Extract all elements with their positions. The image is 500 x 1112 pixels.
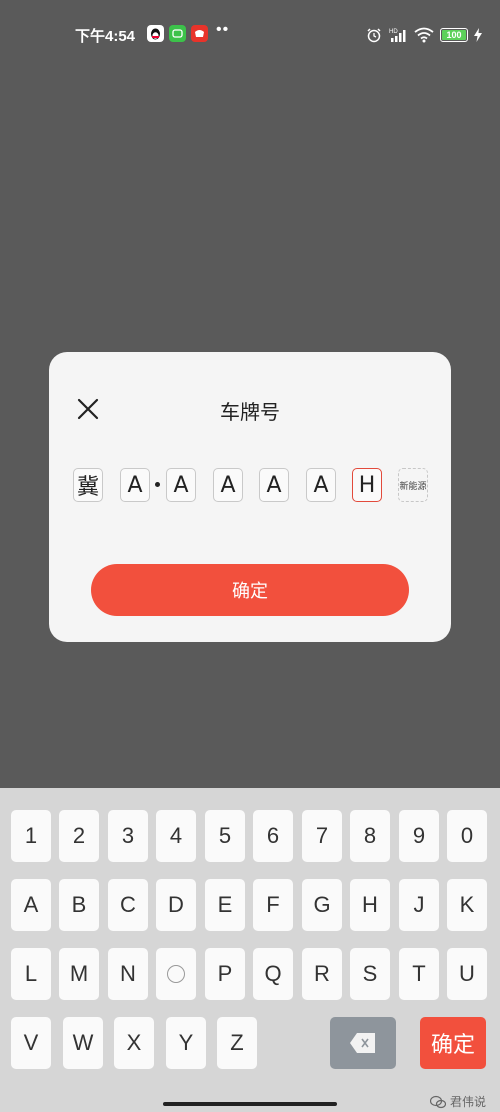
battery-level: 100 xyxy=(446,30,462,40)
key-1[interactable]: 1 xyxy=(11,810,51,862)
plate-input-row: 冀 A A A A A H 新能源 xyxy=(73,468,433,504)
wifi-icon xyxy=(414,27,434,43)
dialog-title: 车牌号 xyxy=(220,400,280,424)
red-app-icon xyxy=(191,25,208,42)
backspace-button[interactable] xyxy=(330,1017,396,1069)
plate-char-province[interactable]: 冀 xyxy=(73,468,103,502)
key-g[interactable]: G xyxy=(302,879,342,931)
plate-char-7-active[interactable]: H xyxy=(352,468,382,502)
key-s[interactable]: S xyxy=(350,948,390,1000)
key-0[interactable]: 0 xyxy=(447,810,487,862)
key-e[interactable]: E xyxy=(205,879,245,931)
key-h[interactable]: H xyxy=(350,879,390,931)
key-7[interactable]: 7 xyxy=(302,810,342,862)
key-8[interactable]: 8 xyxy=(350,810,390,862)
plate-separator-dot xyxy=(155,482,160,487)
plate-char-4[interactable]: A xyxy=(213,468,243,502)
keyboard-confirm-button[interactable]: 确定 xyxy=(420,1017,486,1069)
qq-app-icon xyxy=(147,25,164,42)
key-3[interactable]: 3 xyxy=(108,810,148,862)
key-k[interactable]: K xyxy=(447,879,487,931)
home-indicator[interactable] xyxy=(163,1102,337,1106)
key-x[interactable]: X xyxy=(114,1017,154,1069)
key-w[interactable]: W xyxy=(63,1017,103,1069)
confirm-button[interactable]: 确定 xyxy=(91,564,409,616)
key-o-disabled xyxy=(156,948,196,1000)
disabled-o-icon xyxy=(167,965,185,983)
key-r[interactable]: R xyxy=(302,948,342,1000)
battery-icon: 100 xyxy=(440,28,468,42)
plate-keyboard: 1 2 3 4 5 6 7 8 9 0 A B C D E F G H J K … xyxy=(0,788,500,1112)
backspace-icon xyxy=(350,1033,375,1053)
key-t[interactable]: T xyxy=(399,948,439,1000)
key-c[interactable]: C xyxy=(108,879,148,931)
wechat-icon xyxy=(429,1095,446,1108)
key-p[interactable]: P xyxy=(205,948,245,1000)
alarm-icon xyxy=(366,27,382,43)
status-bar: 下午4:54 •• HD 100 xyxy=(0,0,500,48)
key-9[interactable]: 9 xyxy=(399,810,439,862)
key-z[interactable]: Z xyxy=(217,1017,257,1069)
status-time: 下午4:54 xyxy=(75,28,136,45)
key-5[interactable]: 5 xyxy=(205,810,245,862)
key-m[interactable]: M xyxy=(59,948,99,1000)
plate-char-5[interactable]: A xyxy=(259,468,289,502)
key-n[interactable]: N xyxy=(108,948,148,1000)
plate-char-6[interactable]: A xyxy=(306,468,336,502)
key-4[interactable]: 4 xyxy=(156,810,196,862)
svg-text:HD: HD xyxy=(389,29,398,35)
message-app-icon xyxy=(169,25,186,42)
plate-char-3[interactable]: A xyxy=(166,468,196,502)
status-right-icons: HD 100 xyxy=(366,26,482,44)
plate-char-city[interactable]: A xyxy=(120,468,150,502)
key-6[interactable]: 6 xyxy=(253,810,293,862)
plate-number-dialog: 车牌号 冀 A A A A A H 新能源 确定 xyxy=(49,352,451,642)
key-a[interactable]: A xyxy=(11,879,51,931)
watermark: 君伟说 xyxy=(429,1093,486,1110)
key-d[interactable]: D xyxy=(156,879,196,931)
key-b[interactable]: B xyxy=(59,879,99,931)
key-f[interactable]: F xyxy=(253,879,293,931)
new-energy-slot[interactable]: 新能源 xyxy=(398,468,428,502)
key-l[interactable]: L xyxy=(11,948,51,1000)
more-notifications-icon: •• xyxy=(216,21,230,38)
charging-icon xyxy=(474,28,482,42)
key-u[interactable]: U xyxy=(447,948,487,1000)
key-2[interactable]: 2 xyxy=(59,810,99,862)
watermark-text: 君伟说 xyxy=(449,1095,486,1109)
key-v[interactable]: V xyxy=(11,1017,51,1069)
signal-icon: HD xyxy=(388,27,408,43)
key-q[interactable]: Q xyxy=(253,948,293,1000)
key-j[interactable]: J xyxy=(399,879,439,931)
key-y[interactable]: Y xyxy=(166,1017,206,1069)
